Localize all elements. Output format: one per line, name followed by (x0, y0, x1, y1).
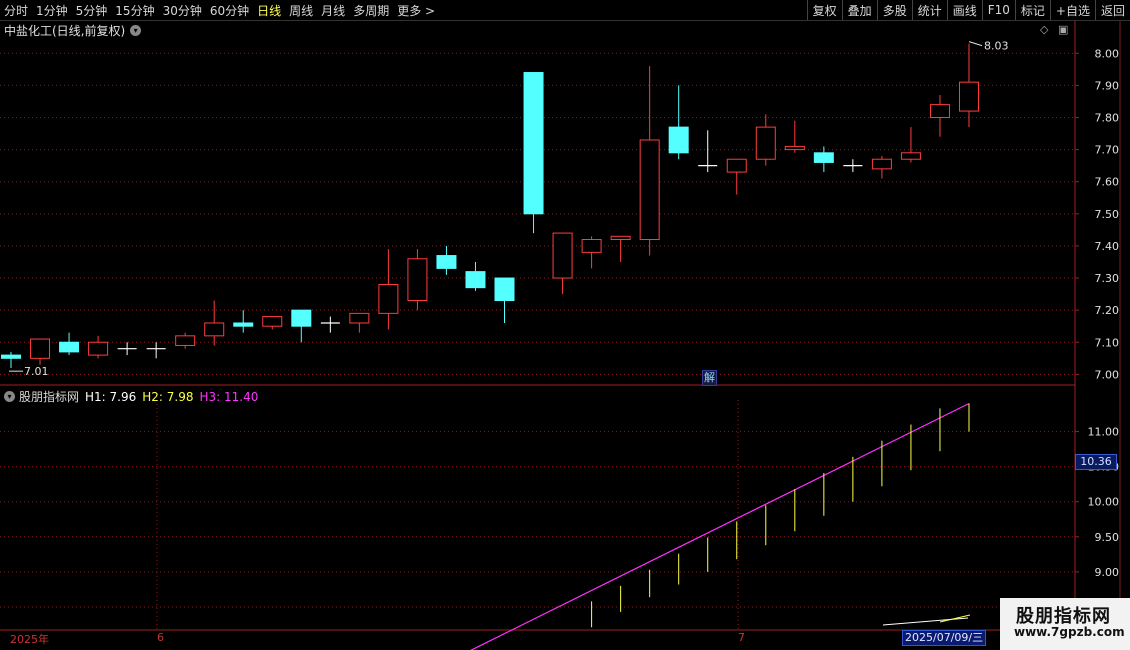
candle-body-22 (639, 139, 660, 241)
candle-body-8 (233, 322, 254, 327)
candle-body-23 (668, 126, 689, 154)
indicator-h3: H3: 11.40 (199, 389, 259, 404)
selected-date: 2025/07/09/三 (902, 630, 987, 646)
indicator-y-tick-label-4: 9.00 (1095, 566, 1120, 579)
indicator-y-tick-label-2: 10.00 (1088, 496, 1120, 509)
candle-body-10 (291, 309, 312, 327)
watermark-line2: www.7gpzb.com (1014, 625, 1125, 639)
candle-body-21 (610, 235, 631, 241)
kline-chart[interactable]: 8.00 7.90 7.80 7.70 7.60 7.50 7.40 7.30 7.20 7.10… (0, 0, 1130, 650)
y-tick-label-10: 7.00 (1095, 368, 1120, 381)
indicator-current-value: 10.36 (1075, 454, 1117, 470)
candle-body-6 (175, 335, 196, 346)
y-tick-label-9: 7.10 (1095, 336, 1120, 349)
high-price-label: 8.03 (984, 40, 1009, 53)
chevron-down-icon[interactable]: ▾ (130, 25, 142, 36)
candle-body-27 (784, 145, 805, 151)
candle-body-18 (523, 72, 544, 215)
y-tick-label-3: 7.70 (1095, 144, 1120, 157)
y-tick-label-7: 7.30 (1095, 272, 1120, 285)
candle-body-12 (349, 312, 370, 324)
date-year: 2025年 (10, 633, 49, 646)
indicator-title: ▾ 股朋指标网 H1: 7.96 H2: 7.98 H3: 11.40 (4, 388, 258, 405)
candle-body-7 (204, 322, 225, 337)
window-icon[interactable]: ▣ (1058, 23, 1068, 36)
indicator-h3-line (470, 402, 970, 650)
y-tick-label-8: 7.20 (1095, 304, 1120, 317)
indicator-h2: H2: 7.98 (142, 389, 194, 404)
watermark-logo: 股朋指标网 www.7gpzb.com (1000, 598, 1130, 650)
indicator-h1: H1: 7.96 (85, 389, 137, 404)
candle-body-33 (958, 81, 979, 112)
candle-body-17 (494, 277, 515, 302)
chevron-down-icon[interactable]: ▾ (4, 391, 15, 402)
low-price-label: 7.01 (24, 365, 49, 378)
date-month-6: 6 (157, 631, 164, 644)
candle-body-32 (929, 104, 950, 118)
indicator-y-tick-label-3: 9.50 (1095, 531, 1120, 544)
indicator-h1-line (882, 617, 969, 626)
stock-title-label: 中盐化工(日线,前复权) (4, 24, 126, 38)
y-tick-label-1: 7.90 (1095, 79, 1120, 92)
candle-body-15 (436, 255, 457, 269)
candle-body-1 (30, 338, 51, 359)
candle-body-30 (871, 158, 892, 170)
y-tick-label-4: 7.60 (1095, 176, 1120, 189)
y-tick-label-5: 7.50 (1095, 208, 1120, 221)
candle-body-20 (581, 239, 602, 253)
candle-body-31 (900, 152, 921, 160)
y-tick-label-0: 8.00 (1095, 47, 1120, 60)
candle-body-0 (1, 354, 21, 359)
indicator-name[interactable]: 股朋指标网 (19, 388, 79, 405)
candle-body-13 (378, 283, 399, 314)
date-axis: 2025年 6 7 (0, 631, 1000, 646)
diamond-icon[interactable]: ◇ (1040, 23, 1048, 36)
date-month-7: 7 (738, 631, 745, 644)
candle-body-28 (813, 152, 834, 163)
candle-body-19 (552, 232, 573, 279)
y-tick-label-6: 7.40 (1095, 240, 1120, 253)
jie-marker[interactable]: 解 (702, 370, 717, 386)
candle-body-9 (262, 316, 283, 327)
candle-body-3 (88, 341, 109, 356)
candle-body-14 (407, 258, 428, 302)
candle-body-26 (755, 126, 776, 160)
high-label-pointer (968, 41, 983, 47)
stock-title[interactable]: 中盐化工(日线,前复权) ▾ (4, 22, 142, 39)
chart-corner-icons: ◇ ▣ (1040, 23, 1068, 36)
candle-body-16 (465, 271, 486, 289)
indicator-y-tick-label-0: 11.00 (1088, 426, 1120, 439)
candle-body-25 (726, 158, 747, 173)
candle-body-2 (59, 341, 80, 353)
y-tick-label-2: 7.80 (1095, 111, 1120, 124)
